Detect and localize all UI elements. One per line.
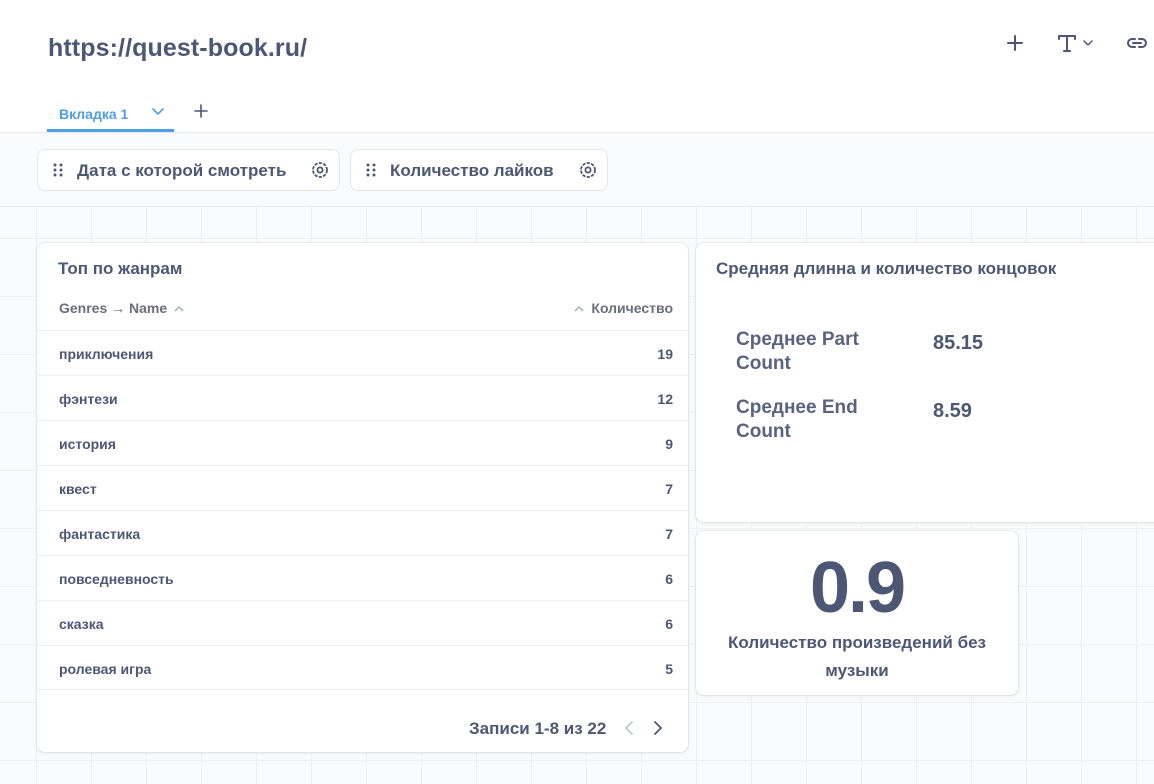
chevron-down-icon[interactable]	[151, 107, 165, 117]
genre-name: ролевая игра	[59, 661, 152, 677]
average-value: 8.59	[933, 400, 972, 422]
average-label: Среднее End Count	[736, 397, 858, 442]
genre-name: история	[59, 436, 116, 452]
genre-count: 5	[665, 661, 673, 677]
next-page-button[interactable]	[647, 717, 669, 739]
table-row[interactable]: приключения 19	[37, 330, 688, 375]
page-title: https://quest-book.ru/	[48, 34, 308, 62]
add-text-button[interactable]	[1054, 28, 1098, 58]
genre-name: сказка	[59, 616, 104, 632]
genre-name: квест	[59, 481, 97, 497]
column-header-count[interactable]: Количество	[574, 300, 673, 316]
add-icon	[1007, 35, 1023, 51]
filter-date[interactable]: Дата с которой смотреть	[37, 149, 340, 191]
chevron-right-icon	[654, 721, 663, 735]
previous-page-button[interactable]	[618, 717, 640, 739]
table-row[interactable]: повседневность 6	[37, 555, 688, 600]
genre-name: фэнтези	[59, 391, 118, 407]
add-card-button[interactable]	[1000, 28, 1030, 58]
scalar-value: 0.9	[809, 548, 906, 628]
add-link-button[interactable]	[1122, 28, 1152, 58]
genre-name: повседневность	[59, 571, 174, 587]
add-tab-icon[interactable]	[191, 101, 211, 121]
table-row[interactable]: фантастика 7	[37, 510, 688, 555]
link-icon	[1127, 38, 1147, 48]
genre-name: фантастика	[59, 526, 141, 542]
filter-likes[interactable]: Количество лайков	[350, 149, 608, 191]
tab-1[interactable]: Вкладка 1	[47, 96, 174, 132]
scalar-caption: Количество произведений без музыки	[728, 633, 986, 680]
tab-label: Вкладка 1	[59, 106, 129, 122]
table-row[interactable]: квест 7	[37, 465, 688, 510]
drag-handle-icon[interactable]	[53, 163, 63, 177]
genre-count: 9	[665, 436, 673, 452]
genre-count: 12	[657, 391, 673, 407]
filter-bar: Дата с которой смотреть Количество лайко…	[0, 133, 1154, 207]
genre-count: 19	[657, 346, 673, 362]
table-row[interactable]: история 9	[37, 420, 688, 465]
average-label: Среднее Part Count	[736, 329, 859, 374]
chevron-left-icon	[624, 721, 633, 735]
sort-up-icon	[574, 306, 584, 312]
text-icon	[1058, 35, 1093, 52]
gear-icon[interactable]	[310, 160, 330, 180]
scalar-card[interactable]: 0.9 Количество произведений без музыки	[696, 531, 1018, 695]
card-title: Средняя длинна и количество концовок	[716, 259, 1057, 278]
pagination-label: Записи 1-8 из 22	[469, 719, 607, 738]
filter-label: Дата с которой смотреть	[77, 161, 287, 180]
averages-card[interactable]: Средняя длинна и количество концовок Сре…	[696, 243, 1154, 522]
genre-name: приключения	[59, 346, 154, 362]
table-row[interactable]: фэнтези 12	[37, 375, 688, 420]
genre-count: 7	[665, 481, 673, 497]
sort-up-icon	[174, 306, 184, 312]
card-title: Топ по жанрам	[58, 259, 183, 278]
table-row[interactable]: сказка 6	[37, 600, 688, 645]
drag-handle-icon[interactable]	[366, 163, 376, 177]
column-header-name[interactable]: Genres → Name	[59, 300, 184, 316]
gear-icon[interactable]	[578, 160, 598, 180]
dashboard-header: https://quest-book.ru/ Вкладка 1	[0, 0, 1154, 133]
average-value: 85.15	[933, 332, 984, 354]
genre-count: 6	[665, 616, 673, 632]
genre-count: 6	[665, 571, 673, 587]
genres-table-card[interactable]: Топ по жанрам Genres → Name Количество п…	[37, 243, 688, 752]
filter-label: Количество лайков	[390, 161, 554, 180]
genre-count: 7	[665, 526, 673, 542]
table-row[interactable]: ролевая игра 5	[37, 645, 688, 690]
